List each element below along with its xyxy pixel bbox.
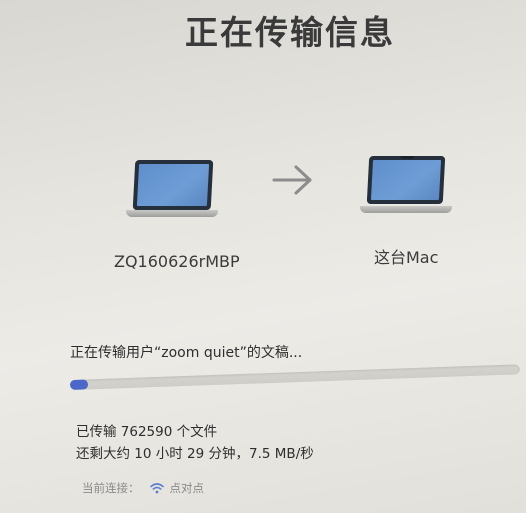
files-transferred-text: 已传输 762590 个文件 [76,424,218,440]
target-laptop-icon [360,150,480,220]
connection-network: 点对点 [149,480,205,496]
connection-label: 当前连接： [82,481,140,495]
laptop-screen-display [136,164,210,206]
arrow-right-icon [272,165,312,195]
time-remaining-text: 还剩大约 10 小时 29 分钟，7.5 MB/秒 [76,446,314,462]
source-device-label: ZQ160626rMBP [114,252,240,271]
progress-bar-fill [69,379,89,390]
connection-network-name: 点对点 [169,481,205,495]
transfer-status-text: 正在传输用户“zoom quiet”的文稿... [70,345,303,361]
laptop-notch [400,156,415,159]
progress-bar [69,364,520,390]
laptop-screen [366,156,446,204]
laptop-screen-display [370,160,442,200]
laptop-base [126,210,218,217]
target-device-label: 这台Mac [374,248,439,267]
source-laptop-icon [126,154,246,224]
laptop-screen [132,160,214,210]
laptop-base [360,206,452,213]
wifi-icon [149,483,164,494]
connection-status: 当前连接： 点对点 [82,480,204,496]
page-title: 正在传输信息 [185,13,395,52]
